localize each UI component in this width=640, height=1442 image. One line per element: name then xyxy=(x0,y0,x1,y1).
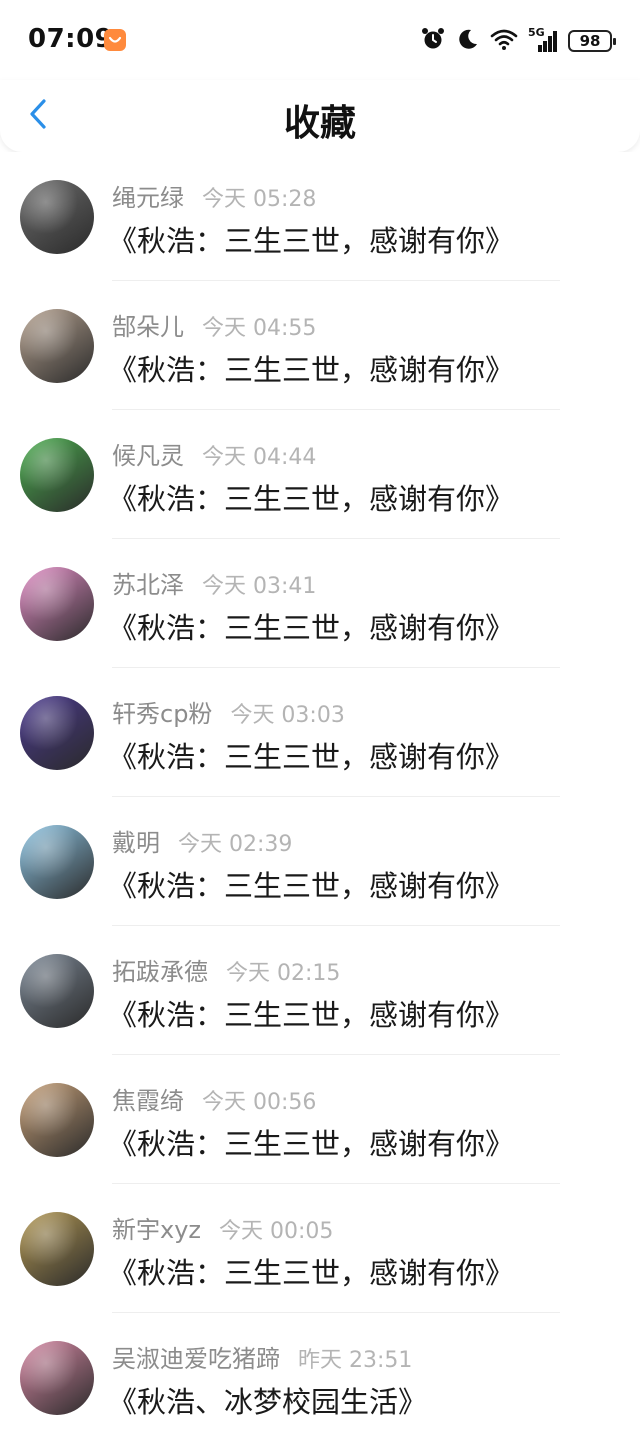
timestamp: 今天 02:15 xyxy=(226,961,341,986)
username[interactable]: 郜朵儿 xyxy=(112,307,184,342)
book-title[interactable]: 《秋浩：三生三世，感谢有你》 xyxy=(108,863,514,905)
book-title[interactable]: 《秋浩：三生三世，感谢有你》 xyxy=(108,1121,514,1163)
username[interactable]: 苏北泽 xyxy=(112,565,184,600)
status-bar: 07:09 5G 98 xyxy=(0,0,640,80)
moon-icon xyxy=(456,27,480,55)
avatar[interactable] xyxy=(20,1212,94,1286)
list-item[interactable]: 郜朵儿 今天 04:55 《秋浩：三生三世，感谢有你》 xyxy=(0,281,640,410)
list-item[interactable]: 候凡灵 今天 04:44 《秋浩：三生三世，感谢有你》 xyxy=(0,410,640,539)
timestamp: 今天 04:44 xyxy=(202,445,317,470)
navigation-header: 收藏 xyxy=(0,80,640,152)
avatar[interactable] xyxy=(20,825,94,899)
timestamp: 今天 00:05 xyxy=(219,1219,334,1244)
avatar[interactable] xyxy=(20,1083,94,1157)
list-item[interactable]: 绳元绿 今天 05:28 《秋浩：三生三世，感谢有你》 xyxy=(0,152,640,281)
username[interactable]: 焦霞绮 xyxy=(112,1081,184,1116)
username[interactable]: 候凡灵 xyxy=(112,436,184,471)
username[interactable]: 拓跋承德 xyxy=(112,952,208,987)
list-item[interactable]: 吴淑迪爱吃猪蹄 昨天 23:51 《秋浩、冰梦校园生活》 xyxy=(0,1313,640,1442)
page-title: 收藏 xyxy=(283,103,356,144)
list-item[interactable]: 戴明 今天 02:39 《秋浩：三生三世，感谢有你》 xyxy=(0,797,640,926)
avatar[interactable] xyxy=(20,696,94,770)
timestamp: 今天 02:39 xyxy=(178,832,293,857)
book-title[interactable]: 《秋浩：三生三世，感谢有你》 xyxy=(108,1250,514,1292)
list-item[interactable]: 拓跋承德 今天 02:15 《秋浩：三生三世，感谢有你》 xyxy=(0,926,640,1055)
username[interactable]: 戴明 xyxy=(112,823,160,858)
avatar[interactable] xyxy=(20,954,94,1028)
username[interactable]: 吴淑迪爱吃猪蹄 xyxy=(112,1339,280,1374)
username[interactable]: 绳元绿 xyxy=(112,178,184,213)
avatar[interactable] xyxy=(20,180,94,254)
book-title[interactable]: 《秋浩、冰梦校园生活》 xyxy=(108,1379,427,1421)
battery-level: 98 xyxy=(579,32,601,50)
status-time: 07:09 xyxy=(28,24,114,54)
alarm-icon xyxy=(420,26,446,56)
list-item[interactable]: 轩秀cp粉 今天 03:03 《秋浩：三生三世，感谢有你》 xyxy=(0,668,640,797)
list-item[interactable]: 新宇xyz 今天 00:05 《秋浩：三生三世，感谢有你》 xyxy=(0,1184,640,1313)
book-title[interactable]: 《秋浩：三生三世，感谢有你》 xyxy=(108,218,514,260)
book-title[interactable]: 《秋浩：三生三世，感谢有你》 xyxy=(108,734,514,776)
username[interactable]: 轩秀cp粉 xyxy=(112,694,212,729)
timestamp: 今天 03:41 xyxy=(202,574,317,599)
wifi-icon xyxy=(490,27,518,55)
list-item[interactable]: 焦霞绮 今天 00:56 《秋浩：三生三世，感谢有你》 xyxy=(0,1055,640,1184)
username[interactable]: 新宇xyz xyxy=(112,1210,201,1245)
battery-icon: 98 xyxy=(568,30,616,52)
book-title[interactable]: 《秋浩：三生三世，感谢有你》 xyxy=(108,992,514,1034)
avatar[interactable] xyxy=(20,567,94,641)
timestamp: 今天 05:28 xyxy=(202,187,317,212)
timestamp: 今天 03:03 xyxy=(230,703,345,728)
timestamp: 今天 00:56 xyxy=(202,1090,317,1115)
avatar[interactable] xyxy=(20,1341,94,1415)
book-title[interactable]: 《秋浩：三生三世，感谢有你》 xyxy=(108,605,514,647)
avatar[interactable] xyxy=(20,309,94,383)
avatar[interactable] xyxy=(20,438,94,512)
signal-icon: 5G xyxy=(528,26,558,54)
status-icons: 5G 98 xyxy=(420,26,616,56)
favorites-list: 绳元绿 今天 05:28 《秋浩：三生三世，感谢有你》 郜朵儿 今天 04:55… xyxy=(0,152,640,1442)
list-item[interactable]: 苏北泽 今天 03:41 《秋浩：三生三世，感谢有你》 xyxy=(0,539,640,668)
timestamp: 今天 04:55 xyxy=(202,316,317,341)
app-badge-icon xyxy=(104,29,126,51)
book-title[interactable]: 《秋浩：三生三世，感谢有你》 xyxy=(108,347,514,389)
timestamp: 昨天 23:51 xyxy=(298,1348,413,1373)
book-title[interactable]: 《秋浩：三生三世，感谢有你》 xyxy=(108,476,514,518)
